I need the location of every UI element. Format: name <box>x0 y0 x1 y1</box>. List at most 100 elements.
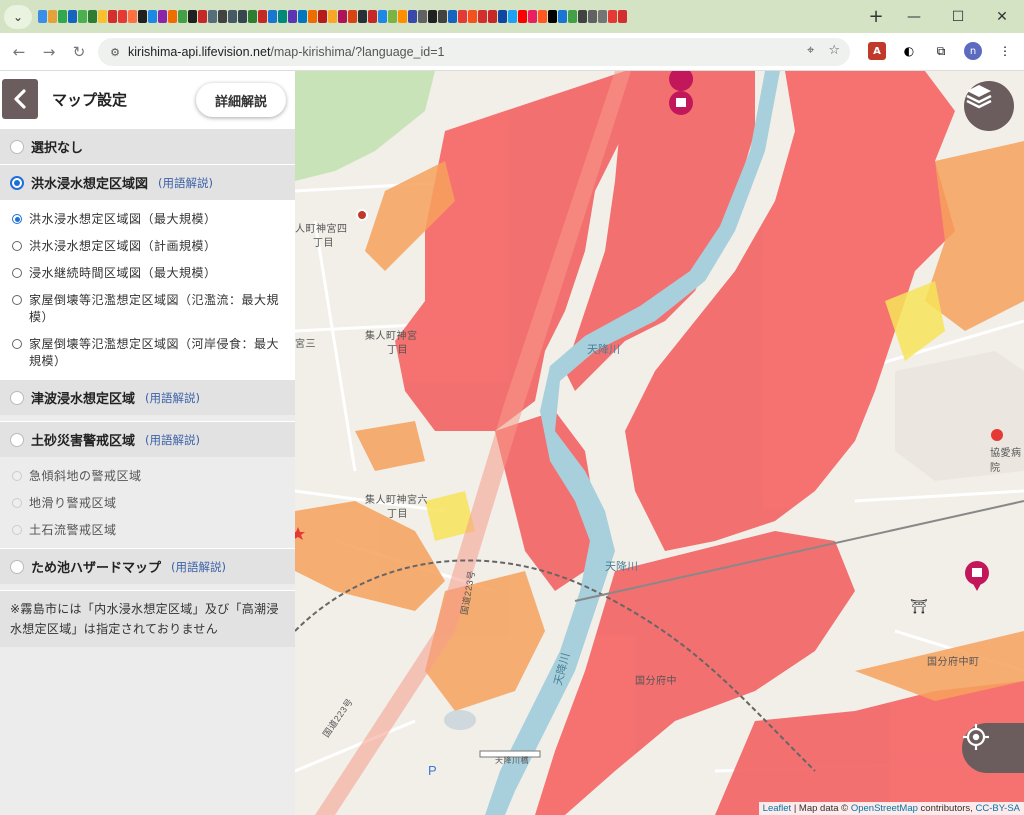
favicon-icon[interactable] <box>168 10 177 23</box>
favicon-icon[interactable] <box>218 10 227 23</box>
radio-sub[interactable] <box>12 268 22 278</box>
flood-suboption[interactable]: 洪水浸水想定区域図（最大規模） <box>0 206 295 233</box>
layer-option-landslide[interactable]: 土砂災害警戒区域 (用語解説) <box>0 421 295 457</box>
radio-none[interactable] <box>10 139 24 154</box>
leaflet-link[interactable]: Leaflet <box>763 803 792 814</box>
glossary-link-tsunami[interactable]: (用語解説) <box>145 390 200 406</box>
favicon-icon[interactable] <box>548 10 557 23</box>
favicon-icon[interactable] <box>618 10 627 23</box>
favicon-icon[interactable] <box>498 10 507 23</box>
favicon-icon[interactable] <box>388 10 397 23</box>
favicon-icon[interactable] <box>38 10 47 23</box>
favicon-icon[interactable] <box>178 10 187 23</box>
layer-option-pond[interactable]: ため池ハザードマップ (用語解説) <box>0 548 295 584</box>
favicon-icon[interactable] <box>268 10 277 23</box>
favicon-icon[interactable] <box>458 10 467 23</box>
pdf-extension-icon[interactable]: A <box>868 42 886 60</box>
favicon-icon[interactable] <box>288 10 297 23</box>
favicon-icon[interactable] <box>68 10 77 23</box>
favicon-icon[interactable] <box>428 10 437 23</box>
address-bar[interactable]: ⚙ kirishima-api.lifevision.net/map-kiris… <box>98 38 850 66</box>
back-arrow-icon[interactable]: ← <box>4 43 34 61</box>
favicon-icon[interactable] <box>438 10 447 23</box>
radio-sub[interactable] <box>12 241 22 251</box>
license-link[interactable]: CC-BY-SA <box>975 803 1020 814</box>
favicon-icon[interactable] <box>398 10 407 23</box>
favicon-icon[interactable] <box>208 10 217 23</box>
favicon-icon[interactable] <box>278 10 287 23</box>
radio-tsunami[interactable] <box>10 390 24 405</box>
favicon-icon[interactable] <box>418 10 427 23</box>
favicon-icon[interactable] <box>48 10 57 23</box>
favicon-icon[interactable] <box>468 10 477 23</box>
favicon-icon[interactable] <box>258 10 267 23</box>
favicon-icon[interactable] <box>448 10 457 23</box>
radio-landslide[interactable] <box>10 432 24 447</box>
reload-icon[interactable]: ↻ <box>64 43 94 61</box>
radio-sub[interactable] <box>12 339 22 349</box>
favicon-icon[interactable] <box>378 10 387 23</box>
favicon-icon[interactable] <box>158 10 167 23</box>
site-settings-icon[interactable]: ⚙ <box>102 46 128 59</box>
radio-sub[interactable] <box>12 295 22 305</box>
favicon-icon[interactable] <box>198 10 207 23</box>
bookmark-star-icon[interactable]: ☆ <box>828 43 840 58</box>
flood-suboption[interactable]: 家屋倒壊等氾濫想定区域図（氾濫流：最大規模） <box>0 287 295 331</box>
new-tab-plus-icon[interactable]: + <box>864 6 888 27</box>
favicon-icon[interactable] <box>118 10 127 23</box>
layer-option-tsunami[interactable]: 津波浸水想定区域 (用語解説) <box>0 379 295 415</box>
profile-avatar[interactable]: n <box>964 42 982 60</box>
maximize-icon[interactable]: ☐ <box>936 0 980 33</box>
glossary-link-flood[interactable]: (用語解説) <box>158 175 213 191</box>
close-icon[interactable]: ✕ <box>980 0 1024 33</box>
radio-sub[interactable] <box>12 214 22 224</box>
tab-search-chevron-icon[interactable]: ⌄ <box>4 4 32 29</box>
favicon-icon[interactable] <box>328 10 337 23</box>
glossary-link-pond[interactable]: (用語解説) <box>171 559 226 575</box>
osm-link[interactable]: OpenStreetMap <box>851 803 918 814</box>
favicon-icon[interactable] <box>568 10 577 23</box>
flood-suboption[interactable]: 浸水継続時間区域図（最大規模） <box>0 260 295 287</box>
forward-arrow-icon[interactable]: → <box>34 43 64 61</box>
flood-suboption[interactable]: 洪水浸水想定区域図（計画規模） <box>0 233 295 260</box>
favicon-icon[interactable] <box>488 10 497 23</box>
location-marker-icon[interactable] <box>356 209 368 221</box>
favicon-icon[interactable] <box>78 10 87 23</box>
layer-option-flood[interactable]: 洪水浸水想定区域図 (用語解説) <box>0 164 295 200</box>
favicon-icon[interactable] <box>188 10 197 23</box>
radio-flood[interactable] <box>10 175 24 190</box>
favicon-icon[interactable] <box>128 10 137 23</box>
favicon-icon[interactable] <box>368 10 377 23</box>
favicon-icon[interactable] <box>338 10 347 23</box>
favicon-icon[interactable] <box>238 10 247 23</box>
layers-button[interactable] <box>964 81 1014 131</box>
layer-option-none[interactable]: 選択なし <box>0 128 295 164</box>
favicon-icon[interactable] <box>108 10 117 23</box>
detail-explanation-button[interactable]: 詳細解説 <box>196 83 286 117</box>
favicon-icon[interactable] <box>578 10 587 23</box>
favicon-icon[interactable] <box>148 10 157 23</box>
favicon-icon[interactable] <box>138 10 147 23</box>
favicon-icon[interactable] <box>358 10 367 23</box>
puzzle-extensions-icon[interactable]: ⧉ <box>932 42 950 60</box>
kebab-menu-icon[interactable]: ⋮ <box>996 42 1014 60</box>
favicon-icon[interactable] <box>88 10 97 23</box>
extension-circle-icon[interactable]: ◐ <box>900 42 918 60</box>
current-location-button[interactable] <box>962 723 1024 773</box>
favicon-icon[interactable] <box>348 10 357 23</box>
favicon-icon[interactable] <box>518 10 527 23</box>
favicon-icon[interactable] <box>508 10 517 23</box>
favicon-icon[interactable] <box>538 10 547 23</box>
back-chevron-button[interactable] <box>2 79 38 119</box>
favicon-icon[interactable] <box>308 10 317 23</box>
minimize-icon[interactable]: — <box>892 0 936 33</box>
favicon-icon[interactable] <box>98 10 107 23</box>
favicon-icon[interactable] <box>528 10 537 23</box>
flood-suboption[interactable]: 家屋倒壊等氾濫想定区域図（河岸侵食：最大規模） <box>0 331 295 375</box>
favicon-icon[interactable] <box>558 10 567 23</box>
favicon-icon[interactable] <box>478 10 487 23</box>
hazard-map[interactable]: ⛩ 人町神宮四 丁目 宮三 集人町神宮 丁目 集人町神宮六 丁目 国分府中 国分… <box>295 71 1024 815</box>
favicon-icon[interactable] <box>408 10 417 23</box>
favicon-icon[interactable] <box>58 10 67 23</box>
location-pin-icon[interactable]: ⌖ <box>807 43 814 58</box>
